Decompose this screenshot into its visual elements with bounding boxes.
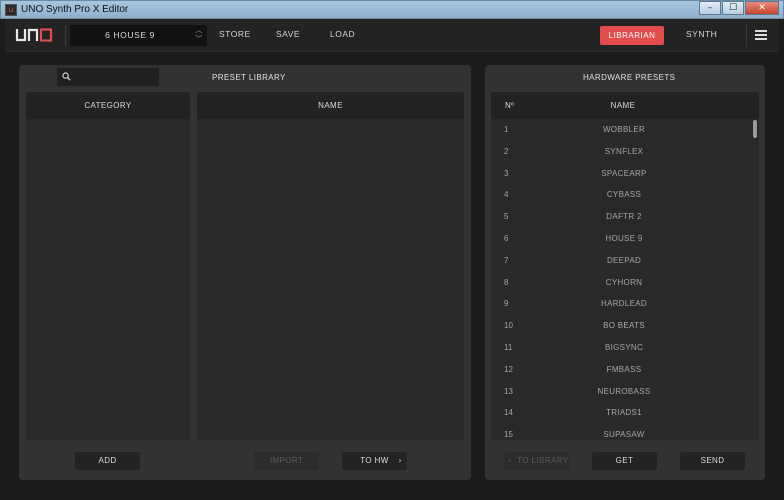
preset-name: WOBBLER: [602, 125, 646, 134]
preset-row[interactable]: 1 WOBBLER: [492, 119, 758, 141]
preset-name: NEUROBASS: [597, 386, 651, 396]
preset-number: 9: [504, 299, 509, 309]
close-button[interactable]: ✕: [745, 1, 779, 15]
to-hw-label: TO HW: [360, 456, 389, 465]
librarian-button[interactable]: LIBRARIAN: [600, 26, 664, 45]
import-button[interactable]: IMPORT: [254, 452, 319, 470]
window-titlebar[interactable]: u UNO Synth Pro X Editor – ☐ ✕: [0, 0, 784, 19]
preset-row[interactable]: 15 SUPASAW: [492, 424, 758, 440]
preset-name: BO BEATS: [603, 321, 645, 331]
hamburger-menu-icon[interactable]: [755, 30, 767, 40]
hardware-preset-list[interactable]: 1 WOBBLER 2 SYNFLEX 3 SPACEARP 4 CYBASS 5 DAFTR 2…: [492, 119, 758, 440]
preset-name: SYNFLEX: [604, 146, 644, 156]
toolbar-divider: [746, 24, 747, 47]
top-toolbar: 6 HOUSE 9 ︿ ﹀ STORE SAVE LOAD LIBRARIAN S…: [5, 19, 779, 52]
app-icon: u: [5, 4, 17, 16]
preset-name: SUPASAW: [603, 430, 645, 440]
preset-number: 2: [504, 146, 509, 156]
preset-name: TRIADS1: [606, 408, 642, 418]
preset-number: 6: [504, 233, 509, 243]
preset-row[interactable]: 8 CYHORN: [492, 272, 758, 294]
send-button[interactable]: SEND: [680, 452, 745, 470]
preset-name: DAFTR 2: [606, 212, 642, 222]
preset-number: 15: [504, 430, 513, 440]
chevron-right-icon: ›: [398, 456, 402, 465]
preset-number: 1: [504, 125, 509, 134]
preset-name: CYHORN: [605, 277, 643, 287]
to-library-label: TO LIBRARY: [517, 456, 569, 465]
load-button[interactable]: LOAD: [330, 29, 355, 39]
add-button[interactable]: ADD: [75, 452, 140, 470]
preset-number: 5: [504, 212, 509, 222]
preset-number: 10: [504, 321, 513, 331]
preset-selector[interactable]: 6 HOUSE 9 ︿ ﹀: [70, 25, 207, 46]
maximize-button[interactable]: ☐: [722, 1, 744, 15]
preset-row[interactable]: 4 CYBASS: [492, 184, 758, 206]
preset-name: BIGSYNC: [604, 342, 644, 352]
number-column-header: Nº: [505, 101, 515, 110]
hardware-table-header: Nº NAME: [491, 92, 759, 119]
current-preset-name: 6 HOUSE 9: [105, 30, 155, 40]
to-library-button[interactable]: ‹ TO LIBRARY: [504, 452, 569, 470]
search-input[interactable]: [57, 68, 159, 86]
preset-row[interactable]: 9 HARDLEAD: [492, 293, 758, 315]
preset-name: FMBASS: [606, 364, 642, 374]
minimize-button[interactable]: –: [699, 1, 721, 15]
library-name-header: NAME: [197, 92, 464, 119]
uno-logo: [15, 28, 53, 42]
category-column[interactable]: CATEGORY: [26, 92, 190, 440]
store-button[interactable]: STORE: [219, 29, 251, 39]
preset-name: CYBASS: [606, 190, 642, 200]
preset-name: HARDLEAD: [601, 299, 647, 309]
category-header: CATEGORY: [26, 92, 190, 119]
preset-number: 3: [504, 168, 509, 178]
chevron-left-icon: ‹: [508, 456, 512, 465]
hw-name-column-header: NAME: [610, 101, 636, 110]
preset-number: 11: [504, 342, 513, 352]
preset-row[interactable]: 7 DEEPAD: [492, 250, 758, 272]
preset-name: SPACEARP: [601, 168, 647, 178]
preset-library-title: PRESET LIBRARY: [212, 73, 286, 82]
preset-name: HOUSE 9: [605, 233, 643, 243]
preset-number: 13: [504, 386, 513, 396]
preset-number: 12: [504, 364, 513, 374]
toolbar-divider: [65, 25, 66, 46]
preset-number: 4: [504, 190, 509, 200]
save-button[interactable]: SAVE: [276, 29, 300, 39]
preset-row[interactable]: 5 DAFTR 2: [492, 206, 758, 228]
window-controls: – ☐ ✕: [698, 1, 779, 15]
window-title: UNO Synth Pro X Editor: [21, 4, 129, 15]
preset-number: 7: [504, 255, 509, 265]
to-hw-button[interactable]: TO HW ›: [342, 452, 407, 470]
search-icon: [62, 72, 71, 81]
preset-row[interactable]: 13 NEUROBASS: [492, 381, 758, 403]
preset-row[interactable]: 10 BO BEATS: [492, 315, 758, 337]
preset-row[interactable]: 12 FMBASS: [492, 359, 758, 381]
preset-row[interactable]: 11 BIGSYNC: [492, 337, 758, 359]
up-down-chevron-icon[interactable]: ︿ ﹀: [195, 26, 203, 44]
preset-row[interactable]: 2 SYNFLEX: [492, 141, 758, 163]
hardware-presets-title: HARDWARE PRESETS: [583, 73, 676, 82]
synth-button[interactable]: SYNTH: [686, 29, 717, 39]
preset-row[interactable]: 14 TRIADS1: [492, 402, 758, 424]
preset-row[interactable]: 3 SPACEARP: [492, 163, 758, 185]
get-button[interactable]: GET: [592, 452, 657, 470]
library-name-column[interactable]: NAME: [197, 92, 464, 440]
preset-number: 14: [504, 408, 513, 418]
scrollbar-thumb[interactable]: [753, 120, 757, 138]
preset-row[interactable]: 6 HOUSE 9: [492, 228, 758, 250]
preset-number: 8: [504, 277, 509, 287]
preset-name: DEEPAD: [606, 255, 642, 265]
